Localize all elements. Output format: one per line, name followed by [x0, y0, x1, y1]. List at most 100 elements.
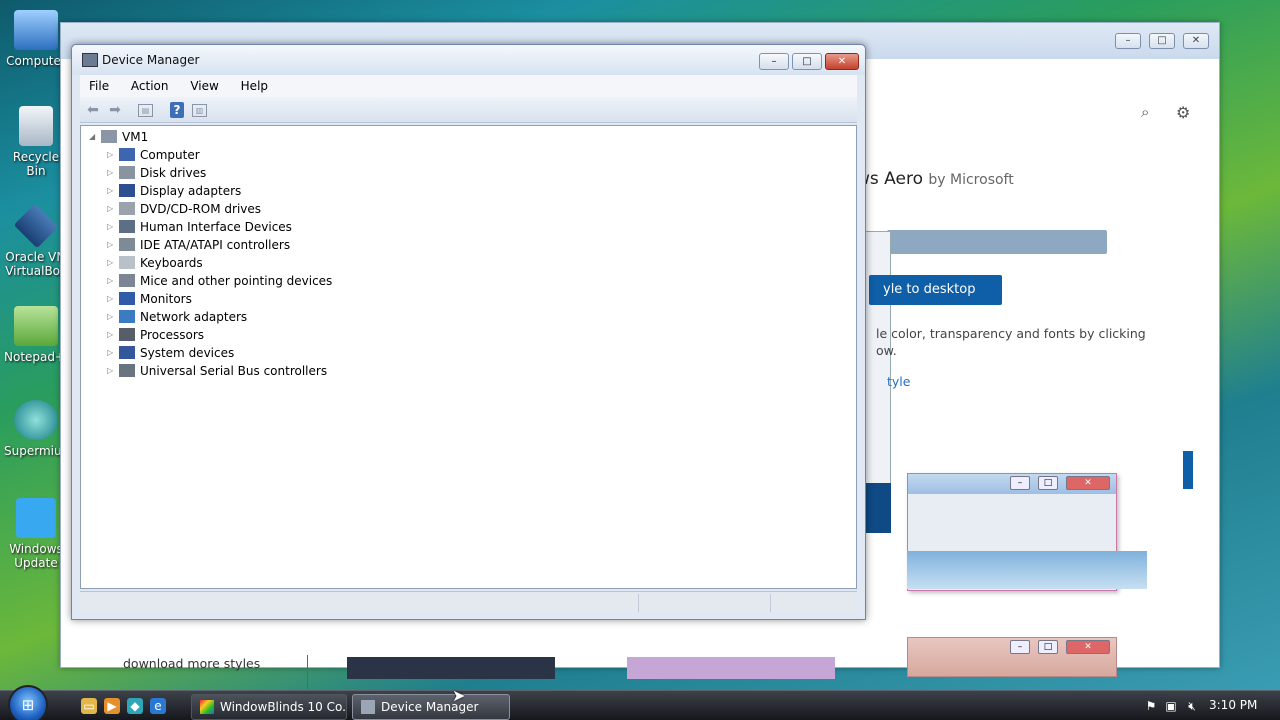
style-description: le color, transparency and fonts by clic… — [876, 326, 1146, 358]
tree-item-label: Computer — [140, 148, 200, 162]
style-settings-link[interactable]: tyle — [887, 374, 910, 389]
minimize-button[interactable]: – — [759, 53, 789, 70]
tree-item[interactable]: ▷ Human Interface Devices — [107, 218, 292, 236]
tree-item[interactable]: ▷ Disk drives — [107, 164, 206, 182]
preview2-minimize-icon: – — [1010, 640, 1030, 654]
expand-icon[interactable]: ▷ — [107, 200, 117, 218]
disk-drive-icon — [119, 166, 135, 179]
windows-logo-icon — [16, 498, 56, 538]
menu-view[interactable]: View — [181, 75, 227, 97]
windowblinds-icon — [200, 700, 214, 714]
expand-icon[interactable]: ▷ — [107, 236, 117, 254]
internet-explorer-icon[interactable]: e — [150, 698, 166, 714]
tree-item-label: Display adapters — [140, 184, 242, 198]
expand-icon[interactable]: ▷ — [107, 146, 117, 164]
apply-style-button[interactable]: yle to desktop — [869, 275, 1002, 305]
tree-root[interactable]: ◢ VM1 — [89, 128, 148, 146]
preview-maximize-icon: □ — [1038, 476, 1058, 490]
tree-item[interactable]: ▷ Computer — [107, 146, 200, 164]
expand-icon[interactable]: ▷ — [107, 164, 117, 182]
tree-item-label: System devices — [140, 346, 235, 360]
menu-action[interactable]: Action — [122, 75, 178, 97]
scroll-marker[interactable] — [1183, 451, 1193, 489]
expand-icon[interactable]: ▷ — [107, 272, 117, 290]
download-more-styles-link[interactable]: download more styles — [123, 656, 260, 671]
bg-close-button[interactable]: ✕ — [1183, 33, 1209, 49]
expand-icon[interactable]: ▷ — [107, 326, 117, 344]
expand-icon[interactable]: ▷ — [107, 182, 117, 200]
status-segment — [770, 594, 771, 612]
style-thumbnail[interactable] — [627, 657, 835, 679]
tree-item-label: Human Interface Devices — [140, 220, 292, 234]
messenger-icon[interactable]: ◆ — [127, 698, 143, 714]
tree-item[interactable]: ▷ System devices — [107, 344, 234, 362]
status-segment — [638, 594, 639, 612]
preview-minimize-icon: – — [1010, 476, 1030, 490]
tree-item[interactable]: ▷ Display adapters — [107, 182, 241, 200]
computer-icon — [101, 130, 117, 143]
usb-icon — [119, 364, 135, 377]
desktop-icon-notepadpp[interactable]: Notepad++ — [4, 306, 75, 364]
network-icon[interactable]: ▣ — [1164, 699, 1178, 713]
expand-icon[interactable]: ▷ — [107, 218, 117, 236]
start-button[interactable]: ⊞ — [8, 685, 48, 720]
desktop-icon-supermium[interactable]: Supermium — [4, 400, 73, 458]
maximize-button[interactable]: □ — [792, 53, 822, 70]
explorer-icon[interactable]: ▭ — [81, 698, 97, 714]
device-manager-titlebar[interactable]: Device Manager – □ ✕ — [72, 45, 865, 75]
tree-item[interactable]: ▷ Universal Serial Bus controllers — [107, 362, 327, 380]
ide-controller-icon — [119, 238, 135, 251]
media-player-icon[interactable]: ▶ — [104, 698, 120, 714]
tree-item[interactable]: ▷ Mice and other pointing devices — [107, 272, 332, 290]
menu-file[interactable]: File — [80, 75, 118, 97]
forward-arrow-icon[interactable]: ➡ — [106, 101, 124, 119]
taskbar-button-windowblinds[interactable]: WindowBlinds 10 Co... — [191, 694, 347, 720]
clock[interactable]: 3:10 PM — [1209, 698, 1257, 712]
expand-icon[interactable]: ▷ — [107, 290, 117, 308]
search-icon[interactable]: ⌕ — [1141, 103, 1149, 121]
desktop-icon-computer[interactable]: Computer — [4, 10, 68, 68]
computer-icon — [14, 10, 58, 50]
expand-icon[interactable]: ▷ — [107, 254, 117, 272]
keyboard-icon — [119, 256, 135, 269]
tree-item[interactable]: ▷ Network adapters — [107, 308, 247, 326]
desktop-icon-windows-update[interactable]: Windows Update — [4, 498, 68, 570]
dvd-drive-icon — [119, 202, 135, 215]
preview-close-icon: ✕ — [1066, 476, 1110, 490]
menu-help[interactable]: Help — [232, 75, 277, 97]
close-button[interactable]: ✕ — [825, 53, 859, 70]
volume-muted-icon[interactable]: 🔇︎ — [1185, 699, 1199, 713]
device-tree: ◢ VM1 ▷ Computer ▷ Disk drives ▷ Display adapt… — [80, 125, 857, 589]
tree-item[interactable]: ▷ Monitors — [107, 290, 192, 308]
tree-item-label: Processors — [140, 328, 205, 342]
bg-minimize-button[interactable]: – — [1115, 33, 1141, 49]
style-preview-taskbar — [907, 551, 1147, 589]
supermium-icon — [14, 400, 58, 440]
tree-item[interactable]: ▷ Keyboards — [107, 254, 203, 272]
device-manager-window: Device Manager – □ ✕ File Action View He… — [71, 44, 866, 620]
expand-icon[interactable]: ▷ — [107, 344, 117, 362]
tree-item[interactable]: ▷ DVD/CD-ROM drives — [107, 200, 261, 218]
gear-icon[interactable]: ⚙ — [1176, 103, 1190, 122]
expand-icon[interactable]: ▷ — [107, 308, 117, 326]
flag-icon[interactable]: ⚑ — [1144, 699, 1158, 713]
bg-maximize-button[interactable]: □ — [1149, 33, 1175, 49]
taskbar-button-device-manager[interactable]: Device Manager — [352, 694, 510, 720]
desktop-icon-virtualbox[interactable]: Oracle VM VirtualBox — [4, 203, 68, 278]
computer-icon — [119, 148, 135, 161]
tree-item-label: DVD/CD-ROM drives — [140, 202, 262, 216]
back-arrow-icon[interactable]: ⬅ — [84, 101, 102, 119]
show-hidden-icon[interactable]: ▥ — [192, 104, 207, 117]
style-dropdown-bar[interactable] — [887, 230, 1107, 254]
collapse-icon[interactable]: ◢ — [89, 128, 99, 146]
tree-item[interactable]: ▷ Processors — [107, 326, 204, 344]
tree-item-label: Keyboards — [140, 256, 203, 270]
expand-icon[interactable]: ▷ — [107, 362, 117, 380]
desktop-icon-recycle-bin[interactable]: Recycle Bin — [4, 106, 68, 178]
properties-icon[interactable]: ▤ — [138, 104, 153, 117]
preview2-close-icon: ✕ — [1066, 640, 1110, 654]
tree-item[interactable]: ▷ IDE ATA/ATAPI controllers — [107, 236, 290, 254]
device-manager-icon — [361, 700, 375, 714]
help-icon[interactable]: ? — [170, 102, 184, 118]
style-thumbnail[interactable] — [347, 657, 555, 679]
